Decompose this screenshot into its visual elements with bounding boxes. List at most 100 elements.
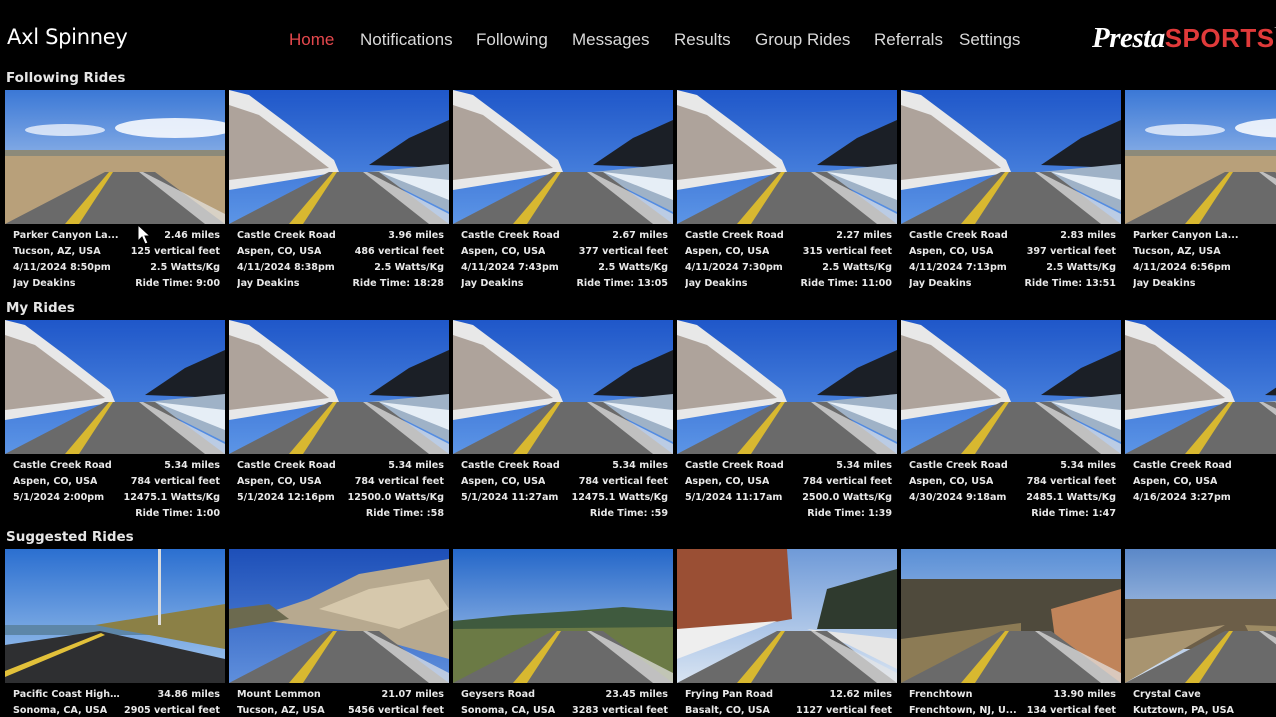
logo-sports-text: SPORTS xyxy=(1164,23,1275,53)
nav-following[interactable]: Following xyxy=(476,30,548,50)
ride-elevation: 784 vertical feet xyxy=(802,476,892,487)
ride-distance: 13.90 miles xyxy=(1053,689,1116,700)
ride-thumbnail[interactable] xyxy=(1125,549,1276,683)
ride-location: Kutztown, PA, USA xyxy=(1133,705,1234,716)
nav-group-rides[interactable]: Group Rides xyxy=(755,30,850,50)
ride-info-line: Frenchtown, NJ, U... 134 vertical feet xyxy=(909,703,1116,717)
ride-info-line: Aspen, CO, USA 486 vertical feet xyxy=(237,244,444,260)
nav-home[interactable]: Home xyxy=(289,30,334,50)
ride-elevation: 784 vertical feet xyxy=(130,476,220,487)
ride-power: 2500.0 Watts/Kg xyxy=(802,492,892,503)
ride-info-line: Aspen, CO, USA 784 vertical feet xyxy=(13,474,220,490)
ride-time: Ride Time: 13:05 xyxy=(576,278,668,289)
presta-sports-logo[interactable]: PrestaSPORTSTM xyxy=(1092,22,1276,56)
ride-name: Parker Canyon La... xyxy=(13,230,119,241)
ride-info-line: Parker Canyon La... 2.46 miles xyxy=(13,228,220,244)
ride-info-line: Aspen, CO, USA 784 vertical feet xyxy=(237,474,444,490)
ride-date: 4/11/2024 7:43pm xyxy=(461,262,559,273)
ride-date: 4/11/2024 7:13pm xyxy=(909,262,1007,273)
ride-rider: Jay Deakins xyxy=(237,278,300,289)
ride-time: Ride Time: 11:00 xyxy=(800,278,892,289)
ride-location: Sonoma, CA, USA xyxy=(13,705,108,716)
ride-thumbnail[interactable] xyxy=(5,320,225,454)
ride-thumbnail[interactable] xyxy=(453,90,673,224)
ride-thumbnail[interactable] xyxy=(901,320,1121,454)
section-title-following-rides: Following Rides xyxy=(6,70,126,86)
logo-presta-text: Presta xyxy=(1092,22,1165,54)
ride-elevation: 134 vertical feet xyxy=(1026,705,1116,716)
ride-elevation: 2905 vertical feet xyxy=(124,705,220,716)
ride-time: Ride Time: :58 xyxy=(365,508,444,519)
ride-info: Castle Creek Road 2.27 miles Aspen, CO, US… xyxy=(685,228,892,292)
nav-messages[interactable]: Messages xyxy=(572,30,649,50)
ride-info-line: Castle Creek Road 2.67 miles xyxy=(461,228,668,244)
ride-thumbnail[interactable] xyxy=(901,549,1121,683)
ride-info-line: Aspen, CO, USA 315 vertical feet xyxy=(685,244,892,260)
ride-info-line: 5/1/2024 2:00pm 12475.1 Watts/Kg xyxy=(13,490,220,506)
ride-elevation: 784 vertical feet xyxy=(1026,476,1116,487)
ride-info-line: 5/1/2024 11:27am 12475.1 Watts/Kg xyxy=(461,490,668,506)
ride-info-line: 4/30/2024 9:18am 2485.1 Watts/Kg xyxy=(909,490,1116,506)
ride-thumbnail[interactable] xyxy=(1125,90,1276,224)
ride-info-line: 4/11/2024 7:43pm 2.5 Watts/Kg xyxy=(461,260,668,276)
ride-power: 2.5 Watts/Kg xyxy=(150,262,220,273)
ride-info-line: Ride Time: :59 xyxy=(461,506,668,522)
ride-distance: 5.34 miles xyxy=(612,460,668,471)
ride-power: 2.5 Watts/Kg xyxy=(598,262,668,273)
ride-info: Castle Creek Road 3.96 miles Aspen, CO, US… xyxy=(237,228,444,292)
ride-info-line: Geysers Road 23.45 miles xyxy=(461,687,668,703)
ride-thumbnail[interactable] xyxy=(1125,320,1276,454)
ride-rider: Jay Deakins xyxy=(685,278,748,289)
ride-info-line: 4/11/2024 8:50pm 2.5 Watts/Kg xyxy=(13,260,220,276)
ride-thumbnail[interactable] xyxy=(229,90,449,224)
ride-thumbnail[interactable] xyxy=(5,549,225,683)
ride-thumbnail[interactable] xyxy=(229,549,449,683)
ride-name: Geysers Road xyxy=(461,689,535,700)
ride-location: Aspen, CO, USA xyxy=(1133,476,1218,487)
ride-distance: 5.34 miles xyxy=(164,460,220,471)
ride-info-line: Sonoma, CA, USA 2905 vertical feet xyxy=(13,703,220,717)
ride-thumbnail[interactable] xyxy=(901,90,1121,224)
ride-info-line: Frying Pan Road 12.62 miles xyxy=(685,687,892,703)
ride-rider: Jay Deakins xyxy=(461,278,524,289)
ride-distance: 12.62 miles xyxy=(829,689,892,700)
ride-location: Aspen, CO, USA xyxy=(909,246,994,257)
ride-info-line: Aspen, CO, USA 397 vertical feet xyxy=(909,244,1116,260)
ride-info-line: Frenchtown 13.90 miles xyxy=(909,687,1116,703)
top-bar: Axl Spinney Home Notifications Following… xyxy=(0,0,1276,74)
ride-date: 5/1/2024 2:00pm xyxy=(13,492,105,503)
ride-thumbnail[interactable] xyxy=(453,549,673,683)
ride-location: Aspen, CO, USA xyxy=(237,476,322,487)
ride-time: Ride Time: 13:51 xyxy=(1024,278,1116,289)
ride-elevation: 784 vertical feet xyxy=(578,476,668,487)
ride-date: 4/11/2024 6:56pm xyxy=(1133,262,1231,273)
ride-elevation: 125 vertical feet xyxy=(130,246,220,257)
ride-name: Frenchtown xyxy=(909,689,973,700)
ride-thumbnail[interactable] xyxy=(5,90,225,224)
ride-distance: 23.45 miles xyxy=(605,689,668,700)
ride-thumbnail[interactable] xyxy=(677,549,897,683)
ride-distance: 5.34 miles xyxy=(836,460,892,471)
ride-elevation: 5456 vertical feet xyxy=(348,705,444,716)
ride-info-line: Aspen, CO, USA 784 vertical feet xyxy=(909,474,1116,490)
ride-thumbnail[interactable] xyxy=(677,90,897,224)
ride-rider: Jay Deakins xyxy=(13,278,76,289)
nav-settings[interactable]: Settings xyxy=(959,30,1020,50)
nav-notifications[interactable]: Notifications xyxy=(360,30,453,50)
ride-info-line: Ride Time: 1:39 xyxy=(685,506,892,522)
ride-date: 4/11/2024 8:38pm xyxy=(237,262,335,273)
ride-info-line: Ride Time: :58 xyxy=(237,506,444,522)
nav-results[interactable]: Results xyxy=(674,30,731,50)
ride-info-line: Parker Canyon La... xyxy=(1133,228,1276,244)
ride-time: Ride Time: 18:28 xyxy=(352,278,444,289)
ride-thumbnail[interactable] xyxy=(229,320,449,454)
ride-thumbnail[interactable] xyxy=(453,320,673,454)
ride-elevation: 486 vertical feet xyxy=(354,246,444,257)
ride-location: Aspen, CO, USA xyxy=(909,476,994,487)
ride-info: Castle Creek Road 5.34 miles Aspen, CO, US… xyxy=(13,458,220,522)
nav-referrals[interactable]: Referrals xyxy=(874,30,943,50)
ride-power: 2.5 Watts/Kg xyxy=(374,262,444,273)
main-nav: Home Notifications Following Messages Re… xyxy=(0,30,1276,52)
ride-location: Tucson, AZ, USA xyxy=(1133,246,1221,257)
ride-thumbnail[interactable] xyxy=(677,320,897,454)
